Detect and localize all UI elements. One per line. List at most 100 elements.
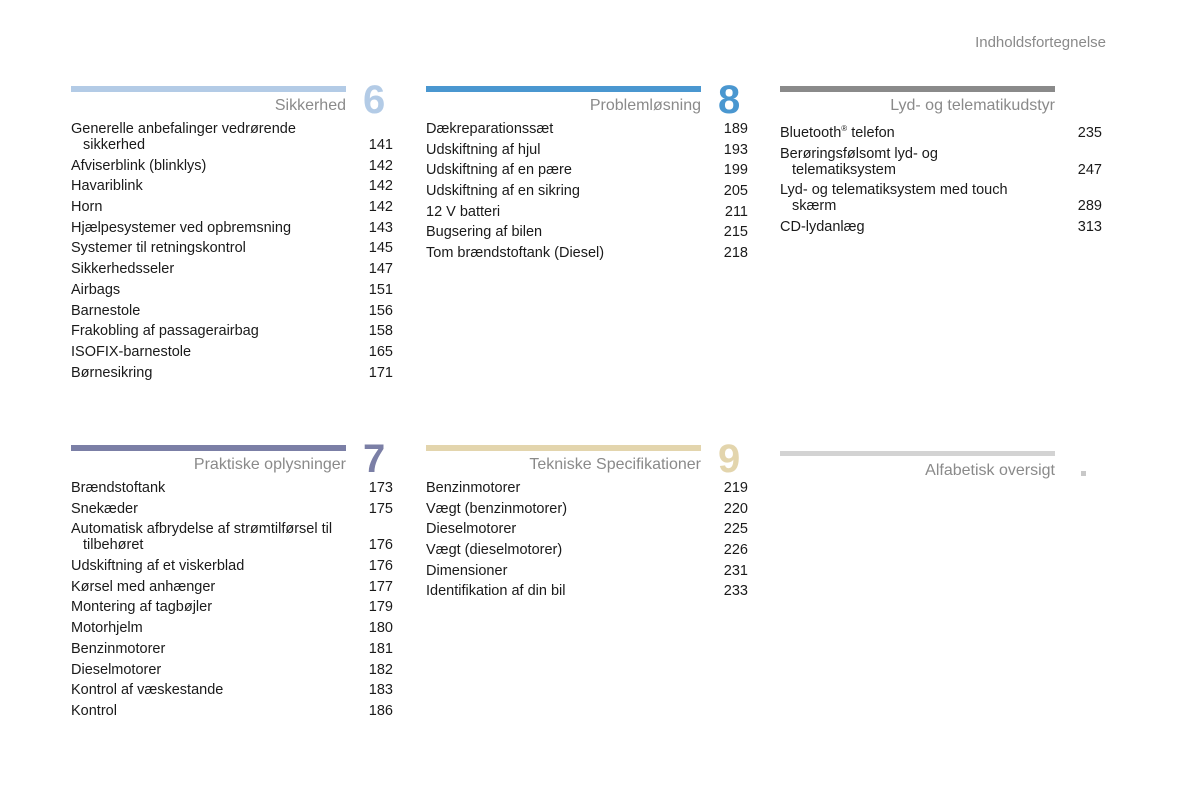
toc-entry-text: Montering af tagbøjler: [71, 599, 213, 616]
toc-entry-page-number: 142: [368, 178, 393, 195]
toc-entry[interactable]: Kontrol af væskestande 183: [71, 682, 393, 698]
toc-entry[interactable]: Udskiftning af en pære 199: [426, 162, 748, 178]
section-color-bar: [780, 451, 1055, 456]
toc-entry[interactable]: Montering af tagbøjler 179: [71, 599, 393, 615]
toc-entry[interactable]: Børnesikring 171: [71, 365, 393, 381]
toc-entry[interactable]: Bugsering af bilen 215: [426, 224, 748, 240]
toc-entry-label: Frakobling af passagerairbag: [71, 323, 356, 339]
toc-entry-page-number: 215: [723, 224, 748, 241]
toc-entry[interactable]: Afviserblink (blinklys) 142: [71, 158, 393, 174]
toc-entry-page-number: 142: [368, 157, 393, 174]
toc-entry-text: Dieselmotorer: [71, 661, 162, 678]
section-number: 6: [363, 78, 386, 122]
toc-entry-label: Automatisk afbrydelse af strømtilførsel …: [71, 521, 356, 553]
toc-entry-text: Generelle anbefalinger vedrørende: [71, 121, 296, 137]
toc-entry-label: Udskiftning af en sikring: [426, 183, 711, 199]
section-title[interactable]: Lyd- og telematikudstyr: [890, 97, 1055, 115]
toc-entry-text: Afviserblink (blinklys): [71, 157, 207, 174]
toc-entry[interactable]: Dækreparationssæt 189: [426, 121, 748, 137]
toc-entry-label: Dieselmotorer: [426, 521, 711, 537]
toc-entry[interactable]: Vægt (benzinmotorer) 220: [426, 501, 748, 517]
toc-entry-text: Udskiftning af en sikring: [426, 183, 580, 200]
toc-entry[interactable]: Frakobling af passagerairbag 158: [71, 323, 393, 339]
toc-entry[interactable]: Udskiftning af et viskerblad 176: [71, 558, 393, 574]
toc-entry-label: Systemer til retningskontrol: [71, 240, 356, 256]
toc-entry[interactable]: Horn 142: [71, 199, 393, 215]
toc-entry-page-number: 247: [1077, 161, 1102, 178]
toc-entry-list: Brændstoftank 173 Snekæder 175 Automatisk af…: [71, 480, 393, 724]
toc-entry-label: Vægt (benzinmotorer): [426, 501, 711, 517]
toc-entry-text: ISOFIX-barnestole: [71, 343, 192, 360]
toc-entry-label: Berøringsfølsomt lyd- og telematiksystem: [780, 146, 1065, 178]
toc-entry[interactable]: Kørsel med anhænger 177: [71, 579, 393, 595]
toc-entry-page-number: 158: [368, 323, 393, 340]
toc-entry-text: Systemer til retningskontrol: [71, 240, 246, 257]
toc-entry-label: Havariblink: [71, 178, 356, 194]
toc-entry[interactable]: Systemer til retningskontrol 145: [71, 240, 393, 256]
toc-entry[interactable]: Bluetooth® telefon 235: [780, 121, 1102, 141]
toc-entry-page-number: 179: [368, 599, 393, 616]
toc-entry[interactable]: Identifikation af din bil 233: [426, 583, 748, 599]
toc-entry-text: Hjælpesystemer ved opbremsning: [71, 219, 292, 236]
toc-entry[interactable]: Berøringsfølsomt lyd- og telematiksystem 2…: [780, 146, 1102, 178]
toc-entry-label: Tom brændstoftank (Diesel): [426, 245, 711, 261]
section-title[interactable]: Praktiske oplysninger: [194, 456, 346, 474]
toc-entry[interactable]: Motorhjelm 180: [71, 620, 393, 636]
toc-entry[interactable]: Dieselmotorer 225: [426, 521, 748, 537]
toc-entry[interactable]: Havariblink 142: [71, 178, 393, 194]
toc-entry-text: Bluetooth: [780, 124, 842, 141]
toc-entry-text: Barnestole: [71, 302, 141, 319]
toc-entry-text-after: telefon: [847, 124, 895, 141]
toc-entry-label: Bugsering af bilen: [426, 224, 711, 240]
section-title[interactable]: Tekniske Specifikationer: [529, 456, 701, 474]
toc-entry[interactable]: Tom brændstoftank (Diesel) 218: [426, 245, 748, 261]
toc-entry-text: Motorhjelm: [71, 620, 143, 637]
toc-entry[interactable]: Brændstoftank 173: [71, 480, 393, 496]
toc-entry[interactable]: Snekæder 175: [71, 501, 393, 517]
toc-entry[interactable]: Kontrol 186: [71, 703, 393, 719]
toc-entry[interactable]: Dimensioner 231: [426, 563, 748, 579]
toc-entry-text: Vægt (benzinmotorer): [426, 500, 568, 517]
section-title[interactable]: Sikkerhed: [275, 97, 346, 115]
toc-entry[interactable]: Dieselmotorer 182: [71, 662, 393, 678]
toc-entry-text: Udskiftning af en pære: [426, 162, 572, 179]
toc-entry-label: Identifikation af din bil: [426, 583, 711, 599]
toc-entry[interactable]: Barnestole 156: [71, 303, 393, 319]
toc-entry-list: Generelle anbefalinger vedrørende sikkerh…: [71, 121, 393, 385]
toc-entry[interactable]: Vægt (dieselmotorer) 226: [426, 542, 748, 558]
toc-entry[interactable]: Airbags 151: [71, 282, 393, 298]
toc-entry[interactable]: CD-lydanlæg 313: [780, 219, 1102, 235]
toc-entry-page-number: 171: [368, 364, 393, 381]
toc-entry[interactable]: Automatisk afbrydelse af strømtilførsel …: [71, 521, 393, 553]
toc-entry[interactable]: Generelle anbefalinger vedrørende sikkerh…: [71, 121, 393, 153]
toc-entry[interactable]: Hjælpesystemer ved opbremsning 143: [71, 220, 393, 236]
toc-entry-label: Dækreparationssæt: [426, 121, 711, 137]
toc-entry-page-number: 226: [723, 542, 748, 559]
toc-entry-text: Vægt (dieselmotorer): [426, 542, 563, 559]
toc-entry-page-number: 141: [368, 137, 393, 153]
toc-entry-text: Udskiftning af hjul: [426, 141, 541, 158]
toc-entry[interactable]: Udskiftning af hjul 193: [426, 142, 748, 158]
toc-entry[interactable]: Sikkerhedsseler 147: [71, 261, 393, 277]
toc-entry[interactable]: Udskiftning af en sikring 205: [426, 183, 748, 199]
section-number: 8: [718, 78, 741, 122]
toc-entry-page-number: 165: [368, 343, 393, 360]
toc-entry[interactable]: 12 V batteri 211: [426, 204, 748, 220]
toc-entry[interactable]: Benzinmotorer 181: [71, 641, 393, 657]
toc-entry[interactable]: Benzinmotorer 219: [426, 480, 748, 496]
toc-entry-label: Snekæder: [71, 501, 356, 517]
toc-entry-label: Udskiftning af en pære: [426, 162, 711, 178]
toc-entry-page-number: 145: [368, 240, 393, 257]
toc-entry-page-number: 231: [723, 562, 748, 579]
section-title[interactable]: Problemløsning: [590, 97, 701, 115]
toc-entry[interactable]: ISOFIX-barnestole 165: [71, 344, 393, 360]
toc-entry-text: Sikkerhedsseler: [71, 261, 175, 278]
section-title[interactable]: Alfabetisk oversigt: [925, 462, 1055, 480]
toc-entry[interactable]: Lyd- og telematiksystem med touch skærm 28…: [780, 182, 1102, 214]
toc-entry-label: Afviserblink (blinklys): [71, 158, 356, 174]
toc-entry-text: Brændstoftank: [71, 480, 166, 496]
toc-entry-text: Benzinmotorer: [426, 480, 521, 496]
toc-entry-label: CD-lydanlæg: [780, 219, 1065, 235]
toc-entry-text-continued: telematiksystem: [792, 161, 896, 178]
toc-entry-label: Dimensioner: [426, 563, 711, 579]
